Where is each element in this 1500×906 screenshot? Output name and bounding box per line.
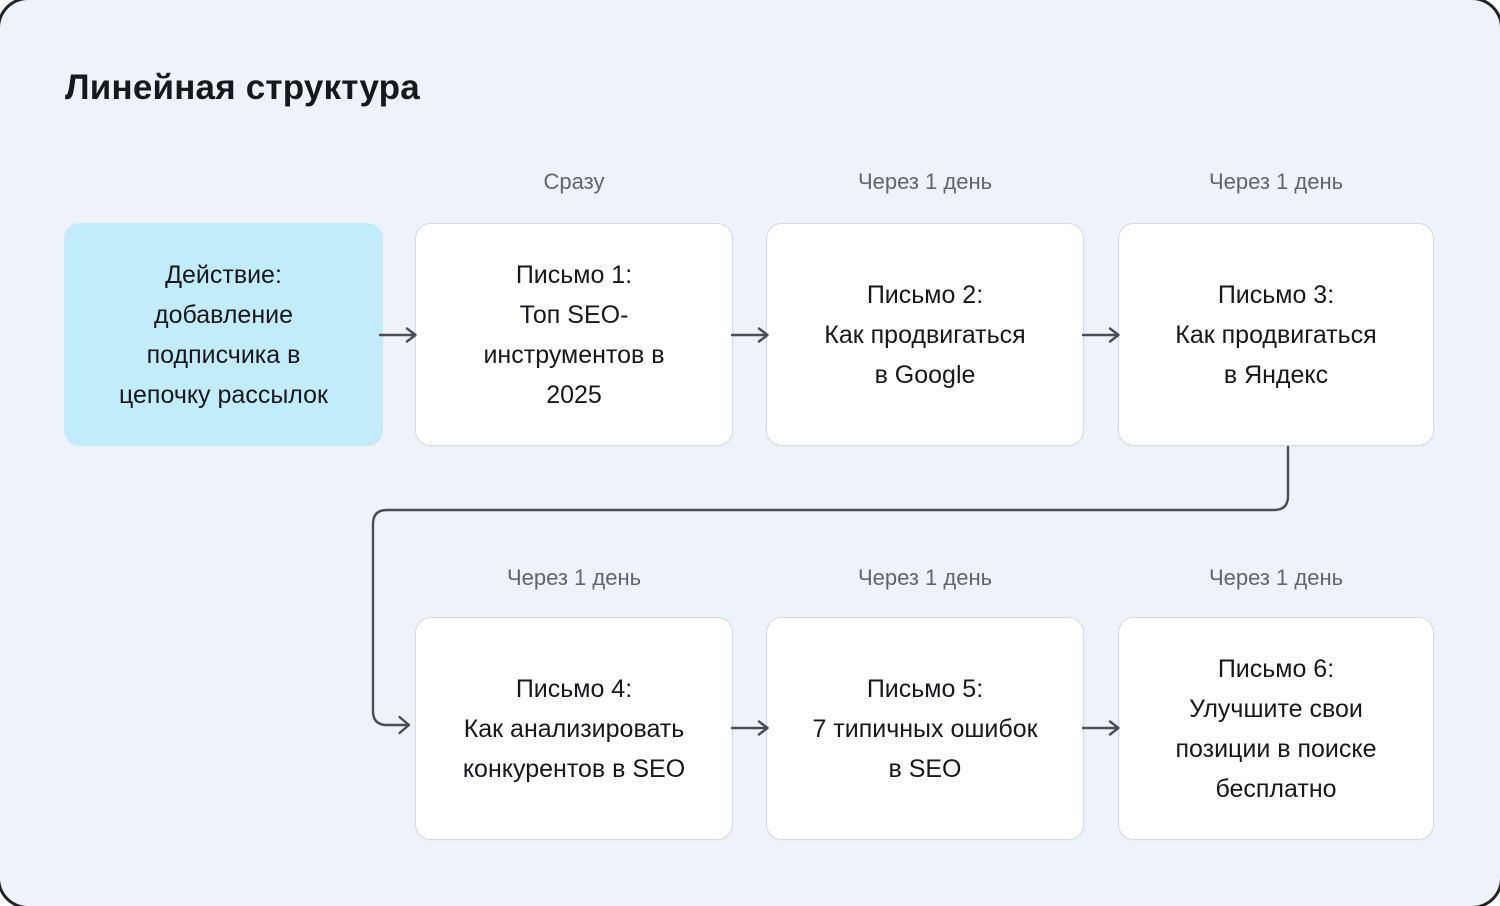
timing-label: Через 1 день: [766, 168, 1084, 196]
arrow-right-icon: [1082, 326, 1122, 344]
step-box-letter-5: Письмо 5:7 типичных ошибокв SEO: [766, 617, 1084, 840]
page-title: Линейная структура: [65, 68, 420, 108]
arrow-right-icon: [1082, 719, 1122, 737]
timing-label: Через 1 день: [1118, 564, 1434, 592]
step-box-letter-1: Письмо 1:Топ SEO-инструментов в2025: [415, 223, 733, 446]
diagram-canvas: Линейная структура Сразу Через 1 день Че…: [0, 0, 1500, 906]
step-box-letter-6: Письмо 6:Улучшите своипозиции в поискебе…: [1118, 617, 1434, 840]
step-box-letter-4: Письмо 4:Как анализироватьконкурентов в …: [415, 617, 733, 840]
arrow-right-icon: [731, 719, 771, 737]
timing-label: Через 1 день: [1118, 168, 1434, 196]
step-box-letter-2: Письмо 2:Как продвигатьсяв Google: [766, 223, 1084, 446]
timing-label: Через 1 день: [415, 564, 733, 592]
arrow-right-icon: [731, 326, 771, 344]
timing-label: Сразу: [415, 168, 733, 196]
step-box-letter-3: Письмо 3:Как продвигатьсяв Яндекс: [1118, 223, 1434, 446]
arrow-right-icon: [379, 326, 419, 344]
action-box: Действие:добавлениеподписчика вцепочку р…: [64, 223, 383, 446]
timing-label: Через 1 день: [766, 564, 1084, 592]
